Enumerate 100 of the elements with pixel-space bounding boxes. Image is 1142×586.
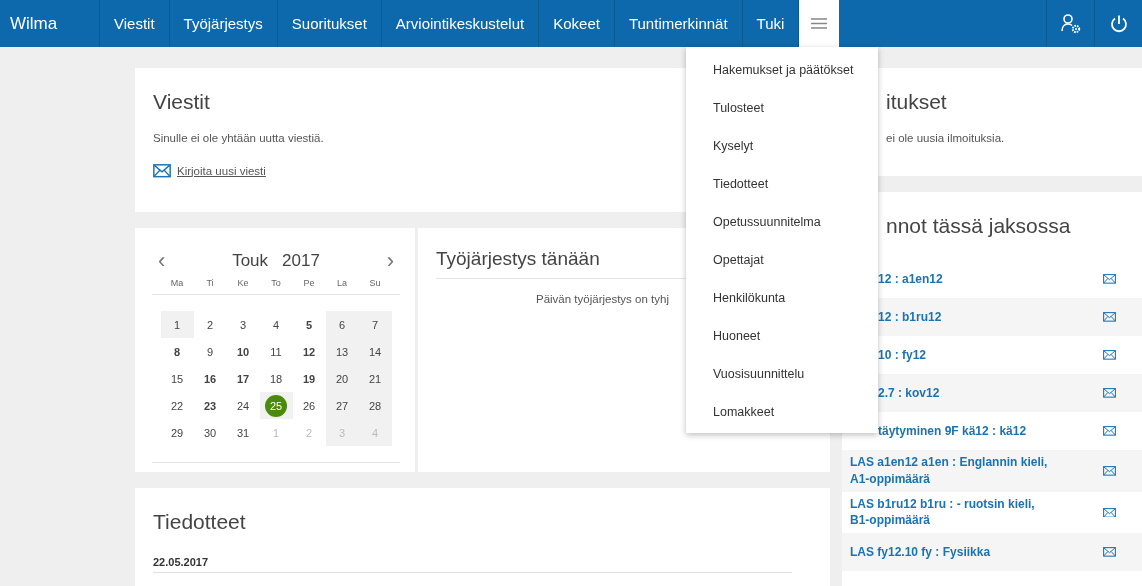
day-number: 14 (368, 345, 382, 358)
day-cell[interactable]: 22 (160, 392, 194, 419)
day-number: 1 (173, 318, 181, 331)
menu-item[interactable]: Vuosisuunnittelu (686, 355, 878, 393)
day-cell[interactable]: 5 (292, 311, 326, 338)
day-cell[interactable]: 1 (160, 311, 194, 338)
day-cell[interactable]: 31 (226, 419, 260, 446)
empty-announcements-text: ei ole uusia ilmoituksia. (885, 132, 1005, 144)
nav-tab[interactable]: Viestit (100, 0, 170, 47)
envelope-icon (1103, 507, 1116, 518)
day-cell[interactable]: 28 (358, 392, 392, 419)
day-cell[interactable]: 3 (226, 311, 260, 338)
day-number: 12 (302, 345, 316, 358)
next-month-button[interactable]: › (386, 248, 394, 274)
day-cell[interactable]: 2 (193, 311, 227, 338)
day-number: 9 (206, 345, 214, 358)
weekday-label: La (336, 278, 348, 288)
day-cell[interactable]: 12 (292, 338, 326, 365)
day-cell[interactable]: 16 (193, 365, 227, 392)
card-title: Viestit (153, 90, 210, 114)
menu-item[interactable]: Tiedotteet (686, 165, 878, 203)
day-number: 19 (302, 372, 316, 385)
day-cell[interactable]: 25 (259, 392, 293, 419)
user-gear-icon (1059, 12, 1082, 35)
day-number: 18 (269, 372, 283, 385)
day-cell[interactable]: 9 (193, 338, 227, 365)
day-number: 21 (368, 372, 382, 385)
day-cell[interactable]: 29 (160, 419, 194, 446)
empty-schedule-text: Päivän työjärjestys on tyhj (536, 293, 669, 305)
envelope-icon (1103, 547, 1116, 558)
day-cell[interactable]: 15 (160, 365, 194, 392)
weekday-label: Su (368, 278, 382, 288)
menu-item[interactable]: Kyselyt (686, 127, 878, 165)
menu-item[interactable]: Tulosteet (686, 89, 878, 127)
menu-item[interactable]: Hakemukset ja päätökset (686, 51, 878, 89)
day-number: 16 (203, 372, 217, 385)
day-cell[interactable]: 21 (358, 365, 392, 392)
envelope-icon (153, 164, 171, 178)
menu-item[interactable]: Henkilökunta (686, 279, 878, 317)
menu-item[interactable]: Opetussuunnitelma (686, 203, 878, 241)
day-cell[interactable]: 24 (226, 392, 260, 419)
day-number: 15 (170, 372, 184, 385)
empty-message: Sinulle ei ole yhtään uutta viestiä. (153, 132, 324, 144)
envelope-icon (1103, 274, 1116, 284)
day-number: 8 (173, 345, 181, 358)
menu-icon (811, 18, 828, 29)
day-number: 20 (335, 372, 349, 385)
day-cell[interactable]: 19 (292, 365, 326, 392)
day-number: 22 (170, 399, 184, 412)
day-number: 28 (368, 399, 382, 412)
day-cell[interactable]: 26 (292, 392, 326, 419)
menu-item[interactable]: Lomakkeet (686, 393, 878, 431)
day-cell[interactable]: 17 (226, 365, 260, 392)
brand-link[interactable]: Wilma (0, 0, 100, 47)
day-number: 17 (236, 372, 250, 385)
day-number: 7 (371, 318, 379, 331)
day-cell[interactable]: 7 (358, 311, 392, 338)
envelope-icon (1103, 388, 1116, 398)
day-cell[interactable]: 14 (358, 338, 392, 365)
day-cell[interactable]: 10 (226, 338, 260, 365)
day-cell[interactable]: 11 (259, 338, 293, 365)
weekday-label: Ke (236, 278, 250, 288)
nav-tab[interactable]: Arviointikeskustelut (381, 0, 540, 47)
day-number: 29 (170, 426, 184, 439)
weekday-label: Pe (302, 278, 316, 288)
day-cell[interactable]: 30 (193, 419, 227, 446)
card-title: Tiedotteet (153, 510, 246, 534)
month-label: Touk (232, 251, 269, 271)
new-message-link[interactable]: Kirjoita uusi viesti (177, 164, 266, 177)
day-cell[interactable]: 20 (325, 365, 359, 392)
day-cell[interactable]: 13 (325, 338, 359, 365)
nav-tab[interactable]: Työjärjestys (169, 0, 278, 47)
nav-tab[interactable]: Suoritukset (277, 0, 382, 47)
weekday-label: Ma (169, 278, 185, 288)
day-number: 23 (203, 399, 217, 412)
menu-button[interactable] (799, 0, 840, 47)
day-number: 3 (239, 318, 247, 331)
weekday-label: To (270, 278, 282, 288)
day-number: 10 (236, 345, 250, 358)
day-cell[interactable]: 8 (160, 338, 194, 365)
day-cell[interactable]: 6 (325, 311, 359, 338)
day-number: 4 (272, 318, 280, 331)
course-link[interactable]: LAS b1ru12 b1ru : - ruotsin kieli, B1-oppimäärä (850, 495, 1050, 530)
day-cell[interactable]: 4 (259, 311, 293, 338)
day-number: 30 (203, 426, 217, 439)
envelope-icon (1103, 312, 1116, 322)
course-link[interactable]: LAS a1en12 a1en : Englannin kieli, A1-oppimäärä (850, 454, 1050, 488)
day-cell[interactable]: 27 (325, 392, 359, 419)
previous-month-button[interactable]: ‹ (158, 248, 166, 274)
day-number: 2 (305, 426, 313, 439)
nav-tab[interactable]: Kokeet (539, 0, 615, 47)
power-icon (1108, 13, 1129, 34)
day-number: 1 (272, 426, 280, 439)
course-link[interactable]: LAS fy12.10 fy : Fysiikka (850, 543, 991, 561)
day-cell[interactable]: 23 (193, 392, 227, 419)
day-number: 5 (305, 318, 313, 331)
today-marker: 25 (265, 394, 287, 417)
menu-item[interactable]: Huoneet (686, 317, 878, 355)
day-cell[interactable]: 18 (259, 365, 293, 392)
day-number: 24 (236, 399, 250, 412)
